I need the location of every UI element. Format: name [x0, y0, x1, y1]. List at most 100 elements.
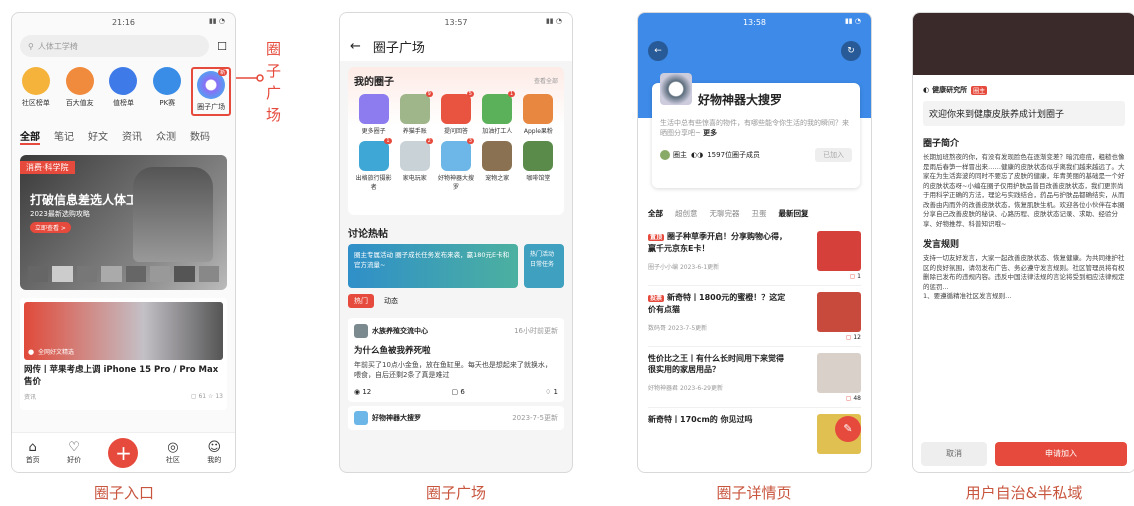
- tab-dynamic[interactable]: 动态: [384, 296, 398, 306]
- fire-icon: ●: [28, 348, 35, 356]
- phone-circle-detail: 13:58 ▮▮ ◔ ← ↻ 好物神器大搜罗 生活中总有些惊喜的物件，有哪些能令你…: [637, 12, 872, 473]
- sort-latest[interactable]: 最新回复: [779, 208, 809, 219]
- cancel-button[interactable]: 取消: [921, 442, 987, 466]
- share-button[interactable]: ↻: [841, 41, 861, 61]
- like-icon[interactable]: ♢: [545, 388, 551, 396]
- quick-entry-pk[interactable]: PK赛: [147, 67, 187, 116]
- nav-me[interactable]: ☺ 我的: [207, 439, 222, 465]
- more-circles-icon: [358, 94, 389, 124]
- profile-icon: ☺: [207, 439, 222, 455]
- back-button[interactable]: ←: [648, 41, 668, 61]
- badge-icon: [109, 67, 138, 95]
- deals-icon: ♡: [68, 439, 80, 455]
- post-item[interactable]: 性价比之王丨有什么长时间用下来觉得很实用的家居用品？ 好物神器君 2023-6-2…: [648, 347, 861, 408]
- star-icon: ☆: [208, 393, 214, 400]
- circle-item[interactable]: 更多圈子: [354, 94, 393, 135]
- feed-tabs: 全部 笔记 好文 资讯 众测 数码: [12, 122, 235, 151]
- back-arrow-icon[interactable]: ←: [350, 39, 361, 54]
- caption: 圈子详情页: [716, 484, 792, 502]
- dimmed-background: [913, 13, 1134, 75]
- page-title: 圈子广场: [372, 40, 425, 56]
- circle-item[interactable]: 3 好物神器大搜罗: [436, 138, 475, 191]
- circle-item[interactable]: 5 提问回答: [436, 91, 475, 135]
- more-link[interactable]: 更多: [703, 129, 717, 137]
- message-icon[interactable]: ☐: [217, 40, 227, 53]
- comment-icon: ▢: [845, 395, 852, 402]
- pk-icon: [153, 67, 182, 95]
- tab-notes[interactable]: 笔记: [54, 128, 74, 145]
- post-card[interactable]: 水族养殖交流中心 16小时前更新 为什么鱼被我养死啦 年前买了10点小金鱼，放在鱼…: [348, 318, 564, 402]
- circle-cover-icon: 1: [482, 91, 516, 124]
- tab-digital[interactable]: 数码: [190, 128, 210, 145]
- promo-banner[interactable]: 消费·科学院 打破信息差选人体工学椅 2023最新选购攻略 立即查看 >: [20, 155, 227, 290]
- circle-logo-icon: ◐: [923, 86, 930, 94]
- annotation-label: 圈 子 广 场: [266, 40, 282, 124]
- comment-icon: ▢: [845, 334, 852, 341]
- circle-cover-icon: [523, 141, 554, 171]
- bottom-nav: ⌂ 首页 ♡ 好价 + ◎ 社区 ☺ 我的: [12, 432, 235, 472]
- circle-cover-icon: 9: [399, 91, 433, 124]
- circle-item[interactable]: Apple果粉: [519, 94, 558, 135]
- search-input[interactable]: ⚲ 人体工学椅: [20, 35, 210, 57]
- circle-grid: 更多圈子 9 养猫手账 5 提问回答 1 加油打工人 Apple果粉 1 出格旅行摄影者…: [354, 91, 558, 191]
- tab-hot[interactable]: 热门: [348, 294, 374, 308]
- circle-cover-icon: [482, 141, 513, 171]
- tab-creative[interactable]: 超创意: [675, 208, 698, 219]
- quick-entry-circle-square[interactable]: 新 圈子广场: [191, 67, 232, 116]
- search-icon: ⚲: [28, 41, 34, 51]
- post-item[interactable]: 置顶 圈子种草季开启！分享购物心得，赢千元京东E卡！ 圈子小小编 2023-6-1更…: [648, 225, 861, 286]
- circle-item[interactable]: 2 家电玩家: [395, 138, 434, 191]
- new-badge: 新: [218, 69, 228, 76]
- circle-item[interactable]: 咖啡馆堂: [519, 141, 558, 191]
- status-bar: 13:58 ▮▮ ◔: [742, 17, 861, 27]
- tab-all[interactable]: 全部: [648, 208, 663, 219]
- post-item[interactable]: 投票 新奇特丨1800元的蜜橙！？这定价有点猫 数码哥 2023-7-5更新 ▢ 1…: [648, 286, 861, 347]
- circle-item[interactable]: 1 出格旅行摄影者: [354, 138, 393, 191]
- status-bar: 13:57 ▮▮ ◔: [340, 13, 572, 31]
- nav-community[interactable]: ◎ 社区: [166, 439, 180, 465]
- quick-entry-community-ranking[interactable]: 社区榜单: [16, 67, 56, 116]
- caption: 圈子入口: [93, 484, 154, 502]
- activity-banner[interactable]: 圈主专属活动 圈子成长任务发布来袭，赢180元E卡和官方流量~: [348, 244, 518, 288]
- tab-ugly[interactable]: 丑蛋: [752, 208, 767, 219]
- avatar: [354, 324, 368, 338]
- status-bar: 21:16 ▮▮ ◔: [111, 17, 225, 27]
- chair-image: [133, 167, 213, 262]
- view-now-button[interactable]: 立即查看 >: [30, 222, 71, 233]
- community-icon: ◎: [167, 439, 179, 455]
- nav-deals[interactable]: ♡ 好价: [67, 439, 81, 465]
- comment-icon[interactable]: ▢: [451, 388, 458, 396]
- tab-all[interactable]: 全部: [20, 128, 40, 145]
- caption: 用户自治&半私域: [965, 484, 1083, 502]
- publish-button[interactable]: +: [108, 437, 139, 468]
- apple-icon: [523, 94, 554, 124]
- see-all-link[interactable]: 查看全部: [534, 76, 558, 85]
- circle-item[interactable]: 9 养猫手账: [395, 91, 434, 135]
- tab-boring[interactable]: 无聊完器: [710, 208, 740, 219]
- medal-icon: [65, 67, 94, 95]
- comment-icon: ▢: [190, 393, 197, 400]
- compose-button[interactable]: ✎: [835, 416, 861, 442]
- post-item[interactable]: 新奇特丨170cm的 你见过吗: [648, 408, 861, 469]
- activity-banner[interactable]: 热门活动 日常任务: [524, 244, 564, 288]
- quick-entry-row: 社区榜单 百大值友 值榜单 PK赛 新 圈子广场: [12, 61, 235, 122]
- article-card[interactable]: ● 全网好文精选 网传丨苹果考虑上调 iPhone 15 Pro / Pro M…: [20, 298, 227, 410]
- my-circles-panel: 我的圈子 查看全部 更多圈子 9 养猫手账 5 提问回答 1 加油打工人 Apple果粉…: [348, 67, 564, 215]
- apply-join-button[interactable]: 申请加入: [995, 442, 1127, 466]
- tab-articles[interactable]: 好文: [88, 128, 108, 145]
- circle-item[interactable]: 1 加油打工人: [478, 91, 517, 135]
- quick-entry-top-users[interactable]: 百大值友: [60, 67, 100, 116]
- qa-icon: 5: [440, 91, 474, 124]
- post-thumbnail: [817, 292, 861, 332]
- circle-item[interactable]: 宠物之家: [478, 141, 517, 191]
- circle-cover-icon: 1: [358, 138, 392, 171]
- quick-entry-value-ranking[interactable]: 值榜单: [103, 67, 143, 116]
- tab-review[interactable]: 众测: [156, 128, 176, 145]
- comment-icon: ▢: [849, 273, 856, 280]
- tab-news[interactable]: 资讯: [122, 128, 142, 145]
- circle-avatar: [660, 72, 692, 105]
- joined-button[interactable]: 已加入: [815, 148, 852, 162]
- post-thumbnail: [817, 231, 861, 271]
- nav-home[interactable]: ⌂ 首页: [26, 440, 40, 465]
- post-card[interactable]: 好物神器大搜罗 2023-7-5更新: [348, 406, 564, 430]
